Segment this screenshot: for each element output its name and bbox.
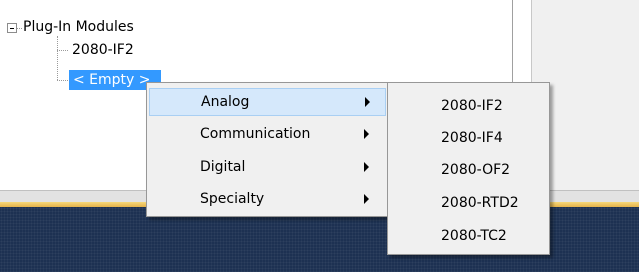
submenu-item-label: 2080-IF2 [441, 98, 503, 114]
menu-item-digital[interactable]: Digital [149, 153, 386, 181]
menu-item-specialty[interactable]: Specialty [149, 185, 386, 213]
tree-item-2080-if2[interactable]: 2080-IF2 [72, 42, 134, 58]
submenu-item-2080-of2[interactable]: 2080-OF2 [390, 156, 547, 184]
menu-item-label: Communication [200, 126, 311, 142]
submenu-item-label: 2080-RTD2 [441, 195, 519, 211]
submenu-arrow-icon [364, 162, 369, 172]
menu-item-communication[interactable]: Communication [149, 120, 386, 148]
menu-item-label: Specialty [200, 191, 265, 207]
submenu-item-label: 2080-IF4 [441, 130, 503, 146]
collapse-icon[interactable] [7, 23, 17, 33]
submenu-arrow-icon [365, 97, 370, 107]
submenu-item-label: 2080-OF2 [441, 162, 511, 178]
menu-item-label: Digital [200, 159, 246, 175]
context-menu: Analog Communication Digital Specialty [146, 82, 389, 217]
menu-item-analog[interactable]: Analog [149, 88, 386, 116]
tree-connector [57, 80, 68, 81]
submenu-item-2080-if4[interactable]: 2080-IF4 [390, 124, 547, 152]
submenu-arrow-icon [364, 194, 369, 204]
submenu-item-label: 2080-TC2 [441, 228, 507, 244]
tree-root-plug-in-modules[interactable]: Plug-In Modules [23, 19, 134, 35]
analog-submenu: 2080-IF2 2080-IF4 2080-OF2 2080-RTD2 208… [387, 82, 550, 255]
submenu-arrow-icon [364, 129, 369, 139]
tree-connector [17, 28, 22, 29]
tree-connector [57, 50, 68, 51]
tree-connector [57, 36, 58, 80]
submenu-item-2080-if2[interactable]: 2080-IF2 [390, 92, 547, 120]
submenu-item-2080-tc2[interactable]: 2080-TC2 [390, 222, 547, 250]
submenu-item-2080-rtd2[interactable]: 2080-RTD2 [390, 189, 547, 217]
menu-item-label: Analog [201, 94, 250, 110]
